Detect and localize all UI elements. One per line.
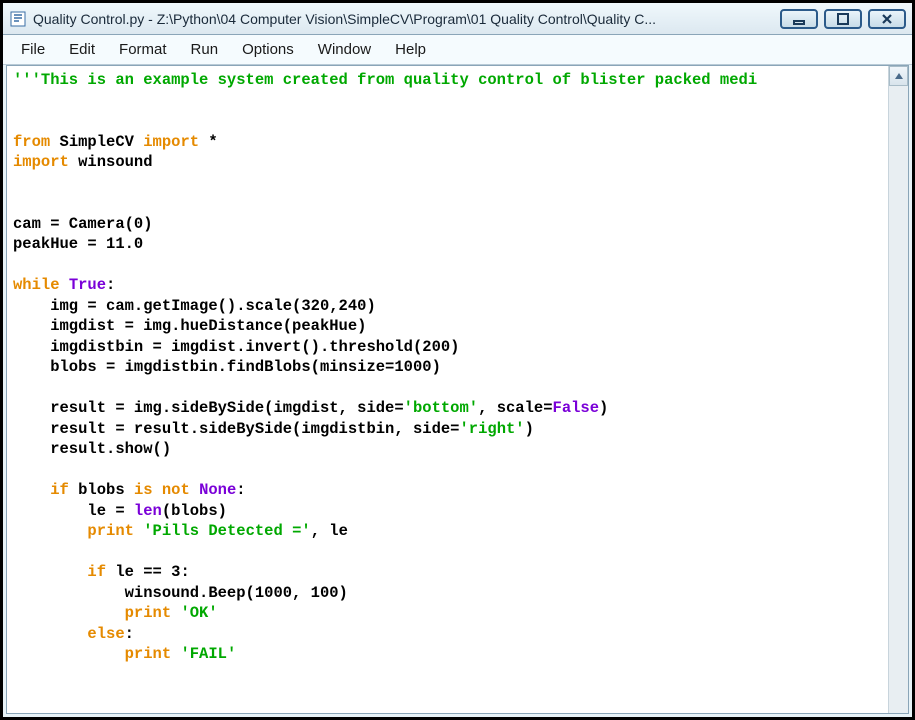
menu-options[interactable]: Options — [230, 37, 306, 62]
menu-help[interactable]: Help — [383, 37, 438, 62]
code-token: le == 3: — [106, 563, 190, 581]
code-token — [134, 522, 143, 540]
code-token: None — [190, 481, 237, 499]
code-token: ) — [525, 420, 534, 438]
code-token: while — [13, 276, 60, 294]
menu-edit[interactable]: Edit — [57, 37, 107, 62]
code-line: peakHue = 11.0 — [13, 235, 143, 253]
code-token: le = — [13, 502, 134, 520]
code-token: winsound — [69, 153, 153, 171]
code-token: 'OK' — [180, 604, 217, 622]
code-line: winsound.Beep(1000, 100) — [13, 584, 348, 602]
code-token — [13, 563, 87, 581]
code-token: 'right' — [459, 420, 524, 438]
code-token — [13, 625, 87, 643]
code-token — [13, 481, 50, 499]
editor-pane: '''This is an example system created fro… — [6, 65, 909, 714]
menu-window[interactable]: Window — [306, 37, 383, 62]
code-token: result = result.sideBySide(imgdistbin, s… — [13, 420, 459, 438]
code-token: if — [87, 563, 106, 581]
code-line: blobs = imgdistbin.findBlobs(minsize=100… — [13, 358, 441, 376]
code-token: import — [13, 153, 69, 171]
code-token: len — [134, 502, 162, 520]
window-controls — [780, 9, 906, 29]
app-icon — [9, 10, 27, 28]
code-token: from — [13, 133, 50, 151]
code-token — [153, 481, 162, 499]
code-token: ) — [599, 399, 608, 417]
window-title: Quality Control.py - Z:\Python\04 Comput… — [33, 11, 780, 27]
titlebar[interactable]: Quality Control.py - Z:\Python\04 Comput… — [3, 3, 912, 35]
idle-window: Quality Control.py - Z:\Python\04 Comput… — [3, 3, 912, 717]
code-token: print — [125, 645, 172, 663]
code-token — [13, 522, 87, 540]
code-token — [13, 645, 125, 663]
code-token: * — [199, 133, 218, 151]
code-docstring: '''This is an example system created fro… — [13, 71, 757, 89]
code-editor[interactable]: '''This is an example system created fro… — [7, 66, 888, 713]
code-token: 'FAIL' — [180, 645, 236, 663]
code-token: 'bottom' — [404, 399, 478, 417]
code-token: : — [125, 625, 134, 643]
code-line: imgdist = img.hueDistance(peakHue) — [13, 317, 366, 335]
code-token: is — [134, 481, 153, 499]
minimize-button[interactable] — [780, 9, 818, 29]
scroll-track[interactable] — [889, 86, 908, 713]
scroll-up-button[interactable] — [889, 66, 908, 86]
code-token: result = img.sideBySide(imgdist, side= — [13, 399, 404, 417]
code-token: import — [143, 133, 199, 151]
close-button[interactable] — [868, 9, 906, 29]
code-token: 'Pills Detected =' — [143, 522, 310, 540]
code-token: blobs — [69, 481, 134, 499]
menu-file[interactable]: File — [9, 37, 57, 62]
menubar: File Edit Format Run Options Window Help — [3, 35, 912, 65]
code-token: print — [125, 604, 172, 622]
code-token: False — [553, 399, 600, 417]
code-token: (blobs) — [162, 502, 227, 520]
code-token: not — [162, 481, 190, 499]
code-token: else — [87, 625, 124, 643]
code-line: imgdistbin = imgdist.invert().threshold(… — [13, 338, 459, 356]
code-line: cam = Camera(0) — [13, 215, 153, 233]
code-token: True — [60, 276, 107, 294]
code-token: : — [236, 481, 245, 499]
code-line: img = cam.getImage().scale(320,240) — [13, 297, 376, 315]
code-token: , le — [311, 522, 348, 540]
code-token: : — [106, 276, 115, 294]
code-token: , scale= — [478, 399, 552, 417]
code-token: SimpleCV — [50, 133, 143, 151]
code-token: if — [50, 481, 69, 499]
vertical-scrollbar[interactable] — [888, 66, 908, 713]
code-token — [13, 604, 125, 622]
menu-run[interactable]: Run — [179, 37, 231, 62]
code-token: print — [87, 522, 134, 540]
maximize-button[interactable] — [824, 9, 862, 29]
code-line: result.show() — [13, 440, 171, 458]
menu-format[interactable]: Format — [107, 37, 179, 62]
